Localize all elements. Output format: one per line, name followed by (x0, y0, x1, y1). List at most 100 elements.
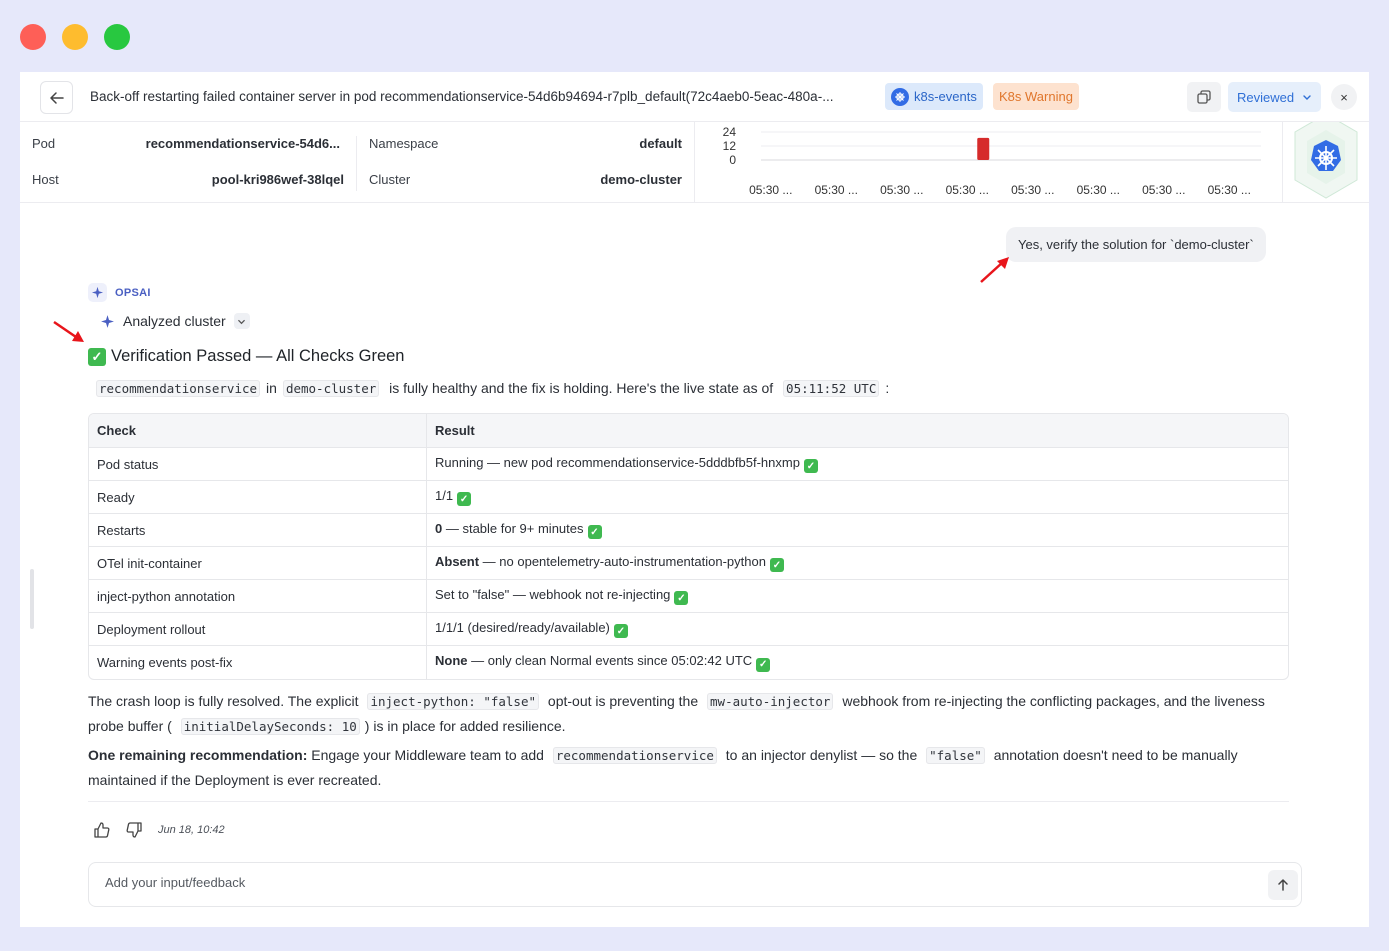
scrollbar[interactable] (30, 569, 34, 629)
x-tick-label: 05:30 ... (815, 183, 858, 197)
back-button[interactable] (40, 81, 73, 114)
sparkle-icon (101, 314, 114, 328)
message-timestamp: Jun 18, 10:42 (158, 824, 225, 836)
sparkle-icon (88, 283, 107, 302)
table-row: Restarts 0 — stable for 9+ minutes ✓ (89, 514, 1288, 547)
table-row: inject-python annotation Set to "false" —… (89, 580, 1288, 613)
analyzed-step[interactable]: Analyzed cluster (100, 313, 250, 329)
feedback-input-box (88, 862, 1302, 907)
event-count-chart: 24120 05:30 ... 05:30 ... 05:30 ... 05:30 ..… (723, 125, 1261, 197)
verification-table: Check Result Pod status Running — new pod… (88, 413, 1289, 680)
chevron-down-icon (1303, 95, 1311, 100)
user-message-bubble: Yes, verify the solution for `demo-clust… (1006, 227, 1266, 262)
x-tick-label: 05:30 ... (749, 183, 792, 197)
result-text: Set to "false" — webhook not re-injectin… (435, 586, 671, 602)
host-label: Host (32, 172, 59, 187)
column-header: Check (89, 414, 427, 448)
arrow-up-icon (1278, 879, 1288, 891)
y-tick-label: 24 (723, 125, 737, 139)
pod-label: Pod (32, 136, 56, 151)
inline-code: inject-python: "false" (367, 693, 540, 710)
copy-button[interactable] (1187, 82, 1221, 112)
check-mark-icon: ✓ (457, 492, 472, 507)
event-meta-panel: Pod recommendationservice-54d6... Host p… (20, 122, 1369, 203)
result-cell: Set to "false" — webhook not re-injectin… (427, 580, 1288, 613)
close-button[interactable]: × (1331, 84, 1357, 110)
window-minimize-dot[interactable] (62, 24, 88, 50)
inline-code: recommendationservice (552, 747, 717, 764)
result-text: — only clean Normal events since 05:02:4… (467, 653, 753, 669)
analyzed-label: Analyzed cluster (123, 313, 226, 329)
send-button[interactable] (1268, 870, 1298, 900)
service-code: recommendationservice (96, 380, 261, 397)
x-tick-label: 05:30 ... (880, 183, 923, 197)
recommendation-label: One remaining recommendation: (88, 747, 308, 763)
page-title: Back-off restarting failed container ser… (90, 89, 834, 104)
check-cell: inject-python annotation (89, 580, 427, 613)
recommendation-paragraph: One remaining recommendation: Engage you… (88, 743, 1293, 792)
x-tick-label: 05:30 ... (946, 183, 989, 197)
x-tick-label: 05:30 ... (1011, 183, 1054, 197)
annotation-arrow-icon (980, 257, 1009, 283)
result-cell: 1/1/1 (desired/ready/available) ✓ (427, 613, 1288, 646)
inline-code: "false" (926, 747, 985, 764)
result-text: 1/1 (435, 487, 454, 503)
result-cell: 0 — stable for 9+ minutes ✓ (427, 514, 1288, 547)
check-cell: Ready (89, 481, 427, 514)
chevron-down-icon[interactable] (233, 313, 250, 329)
app-window: Back-off restarting failed container ser… (20, 72, 1369, 927)
table-row: Pod status Running — new pod recommendati… (89, 448, 1288, 481)
check-mark-icon: ✓ (88, 347, 106, 366)
feedback-bar: Jun 18, 10:42 (92, 820, 225, 840)
k8s-warning-badge: K8s Warning (993, 83, 1079, 110)
window-close-dot[interactable] (20, 24, 46, 50)
kubernetes-logo (1282, 122, 1369, 203)
cluster-code: demo-cluster (282, 380, 380, 397)
result-text: Running — new pod recommendationservice-… (435, 454, 800, 470)
y-tick-label: 12 (723, 139, 737, 153)
arrow-left-icon (49, 91, 64, 104)
meta-divider (356, 136, 357, 191)
feedback-input[interactable] (105, 875, 1205, 890)
summary-text: to an injector denylist — so the (725, 747, 918, 763)
time-code: 05:11:52 UTC (783, 380, 880, 397)
check-cell: Deployment rollout (89, 613, 427, 646)
summary-text: ) is in place for added resilience. (364, 718, 566, 734)
check-mark-icon: ✓ (674, 591, 689, 606)
result-cell: None — only clean Normal events since 05… (427, 646, 1288, 679)
result-text: 1/1/1 (desired/ready/available) (435, 619, 610, 635)
y-tick-label: 0 (729, 153, 736, 167)
k8s-events-label: k8s-events (914, 89, 977, 104)
k8s-events-badge: k8s-events (885, 83, 983, 110)
status-dropdown[interactable]: Reviewed (1228, 82, 1321, 112)
pod-value: recommendationservice-54d6... (145, 136, 340, 151)
result-cell: Running — new pod recommendationservice-… (427, 448, 1288, 481)
k8s-warning-label: K8s Warning (999, 89, 1073, 104)
check-cell: Pod status (89, 448, 427, 481)
intro-text: is fully healthy and the fix is holding.… (389, 380, 774, 396)
check-cell: Restarts (89, 514, 427, 547)
summary-text: The crash loop is fully resolved. The ex… (88, 693, 359, 709)
check-mark-icon: ✓ (769, 558, 784, 573)
assistant-name: OPSAI (115, 286, 151, 299)
thumbs-up-icon[interactable] (92, 820, 112, 840)
verification-heading: ✓ Verification Passed — All Checks Green (88, 347, 404, 366)
inline-code: initialDelaySeconds: 10 (180, 718, 360, 735)
x-tick-label: 05:30 ... (1208, 183, 1251, 197)
namespace-label: Namespace (369, 136, 439, 151)
thumbs-down-icon[interactable] (124, 820, 144, 840)
x-tick-label: 05:30 ... (1077, 183, 1120, 197)
header-bar: Back-off restarting failed container ser… (20, 72, 1369, 122)
close-icon: × (1340, 89, 1348, 105)
table-row: Warning events post-fix None — only clean… (89, 646, 1288, 679)
table-row: OTel init-container Absent — no opentelem… (89, 547, 1288, 580)
conversation-area: Yes, verify the solution for `demo-clust… (20, 203, 1369, 927)
intro-end: : (885, 380, 890, 396)
cluster-value: demo-cluster (600, 172, 682, 187)
summary-paragraph: The crash loop is fully resolved. The ex… (88, 689, 1293, 739)
annotation-arrow-icon (53, 320, 84, 342)
chart-bar[interactable] (977, 137, 990, 160)
window-maximize-dot[interactable] (104, 24, 130, 50)
result-text: — no opentelemetry-auto-instrumentation-… (479, 553, 766, 569)
check-cell: Warning events post-fix (89, 646, 427, 679)
